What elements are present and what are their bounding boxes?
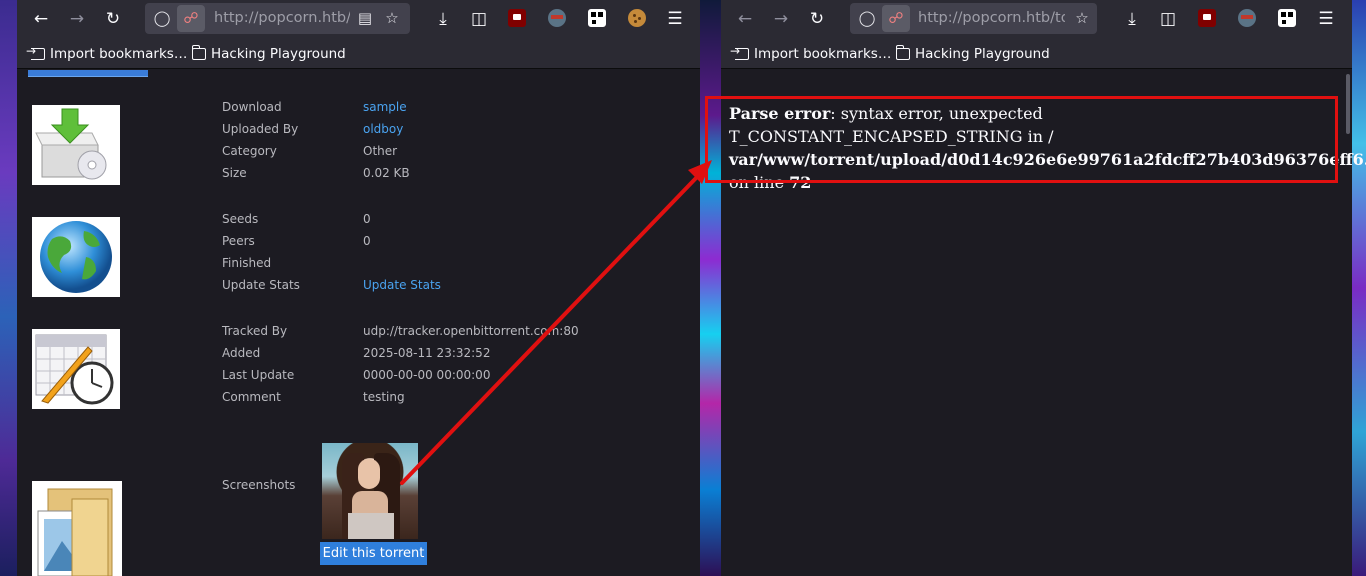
label-size: Size: [222, 166, 247, 180]
shield-icon[interactable]: ◯: [856, 7, 878, 29]
edit-torrent-button[interactable]: Edit this torrent: [320, 542, 427, 565]
left-url-bar[interactable]: ◯ ☍ http://popcorn.htb/torrent/ ▤ ☆: [145, 3, 410, 34]
value-tracked-by: udp://tracker.openbittorrent.com:80: [363, 324, 579, 338]
lock-icon: ☍: [183, 9, 199, 27]
left-page-content: Download sample Uploaded By oldboy Categ…: [17, 70, 700, 576]
bookmark-hacking-label: Hacking Playground: [211, 46, 346, 62]
bookmark-star-icon[interactable]: ☆: [381, 7, 403, 29]
ghostery-icon[interactable]: [548, 9, 566, 27]
screenshot-shirt: [348, 513, 394, 539]
label-uploaded-by: Uploaded By: [222, 122, 299, 136]
left-toolbar: ← → ↻ ◯ ☍ http://popcorn.htb/torrent/ ▤ …: [17, 0, 700, 37]
download-box-image: [32, 105, 120, 185]
annotation-highlight-box: [705, 96, 1338, 183]
bookmark-import[interactable]: Import bookmarks…: [26, 44, 188, 63]
download-icon[interactable]: ⤓: [1118, 5, 1146, 33]
label-comment: Comment: [222, 390, 281, 404]
label-category: Category: [222, 144, 277, 158]
label-last-update: Last Update: [222, 368, 295, 382]
lock-icon-box[interactable]: ☍: [882, 5, 910, 32]
screenshot-thumbnail[interactable]: [322, 443, 418, 539]
bookmark-import[interactable]: Import bookmarks…: [730, 44, 892, 63]
value-seeds: 0: [363, 212, 371, 226]
ublock-icon[interactable]: [508, 9, 526, 27]
image-folder-icon: [37, 488, 113, 576]
label-download: Download: [222, 100, 282, 114]
desktop: ← → ↻ ◯ ☍ http://popcorn.htb/torrent/ ▤ …: [0, 0, 1366, 576]
reload-icon[interactable]: ↻: [99, 5, 127, 33]
value-size: 0.02 KB: [363, 166, 410, 180]
ghostery-icon[interactable]: [1238, 9, 1256, 27]
reader-icon[interactable]: ▤: [354, 7, 376, 29]
extensions-icon[interactable]: ◫: [465, 5, 493, 33]
forward-arrow-icon[interactable]: →: [63, 5, 91, 33]
link-uploader[interactable]: oldboy: [363, 122, 403, 142]
top-image-strip: [28, 70, 148, 77]
value-comment: testing: [363, 390, 405, 404]
label-peers: Peers: [222, 234, 255, 248]
folder-icon: [895, 45, 910, 60]
right-toolbar: ← → ↻ ◯ ☍ http://popcorn.htb/torrent/ ☆ …: [721, 0, 1352, 37]
bookmark-hacking-label: Hacking Playground: [915, 46, 1050, 62]
link-update-stats[interactable]: Update Stats: [363, 278, 441, 298]
left-browser-window: ← → ↻ ◯ ☍ http://popcorn.htb/torrent/ ▤ …: [17, 0, 700, 576]
right-browser-window: ← → ↻ ◯ ☍ http://popcorn.htb/torrent/ ☆ …: [721, 0, 1352, 576]
desktop-wallpaper-middle: [700, 0, 721, 576]
screenshot-face: [358, 459, 380, 489]
value-last-update: 0000-00-00 00:00:00: [363, 368, 491, 382]
back-arrow-icon[interactable]: ←: [731, 5, 759, 33]
bookmark-hacking-playground[interactable]: Hacking Playground: [895, 45, 1050, 63]
menu-icon[interactable]: ☰: [661, 5, 689, 33]
menu-icon[interactable]: ☰: [1312, 5, 1340, 33]
link-download-sample[interactable]: sample: [363, 100, 407, 120]
extensions-icon[interactable]: ◫: [1154, 5, 1182, 33]
import-icon: [26, 44, 45, 60]
desktop-wallpaper-left: [0, 0, 17, 576]
bookmark-hacking-playground[interactable]: Hacking Playground: [191, 45, 346, 63]
bookmark-star-icon[interactable]: ☆: [1071, 7, 1093, 29]
calendar-clock-icon: [35, 334, 114, 405]
right-bookmarks-bar: Import bookmarks… Hacking Playground: [721, 37, 1352, 69]
lock-icon-box[interactable]: ☍: [177, 5, 205, 32]
right-url-bar[interactable]: ◯ ☍ http://popcorn.htb/torrent/ ☆: [850, 3, 1097, 34]
value-peers: 0: [363, 234, 371, 248]
value-added: 2025-08-11 23:32:52: [363, 346, 491, 360]
right-scrollbar[interactable]: [1346, 74, 1350, 134]
calendar-clock-image: [32, 329, 120, 409]
globe-icon: [40, 221, 112, 293]
value-category: Other: [363, 144, 398, 158]
label-seeds: Seeds: [222, 212, 259, 226]
import-icon: [730, 44, 749, 60]
download-icon[interactable]: ⤓: [429, 5, 457, 33]
label-update-stats: Update Stats: [222, 278, 300, 292]
globe-image: [32, 217, 120, 297]
cookie-icon[interactable]: [628, 9, 646, 27]
download-box-icon: [35, 108, 107, 180]
bookmark-import-label: Import bookmarks…: [50, 46, 188, 62]
label-finished: Finished: [222, 256, 272, 270]
label-screenshots: Screenshots: [222, 478, 296, 492]
left-url-text[interactable]: http://popcorn.htb/torrent/: [214, 10, 350, 26]
shield-icon[interactable]: ◯: [151, 7, 173, 29]
left-bookmarks-bar: Import bookmarks… Hacking Playground: [17, 37, 700, 69]
folder-icon: [191, 45, 206, 60]
desktop-wallpaper-right: [1352, 0, 1366, 576]
bookmark-import-label: Import bookmarks…: [754, 46, 892, 62]
folder-images-thumb: [32, 481, 122, 576]
label-tracked-by: Tracked By: [222, 324, 288, 338]
right-url-text[interactable]: http://popcorn.htb/torrent/: [918, 10, 1065, 26]
ublock-icon[interactable]: [1198, 9, 1216, 27]
reload-icon[interactable]: ↻: [803, 5, 831, 33]
back-arrow-icon[interactable]: ←: [27, 5, 55, 33]
qr-icon[interactable]: [588, 9, 606, 27]
qr-icon[interactable]: [1278, 9, 1296, 27]
lock-icon: ☍: [888, 9, 904, 27]
label-added: Added: [222, 346, 261, 360]
forward-arrow-icon[interactable]: →: [767, 5, 795, 33]
